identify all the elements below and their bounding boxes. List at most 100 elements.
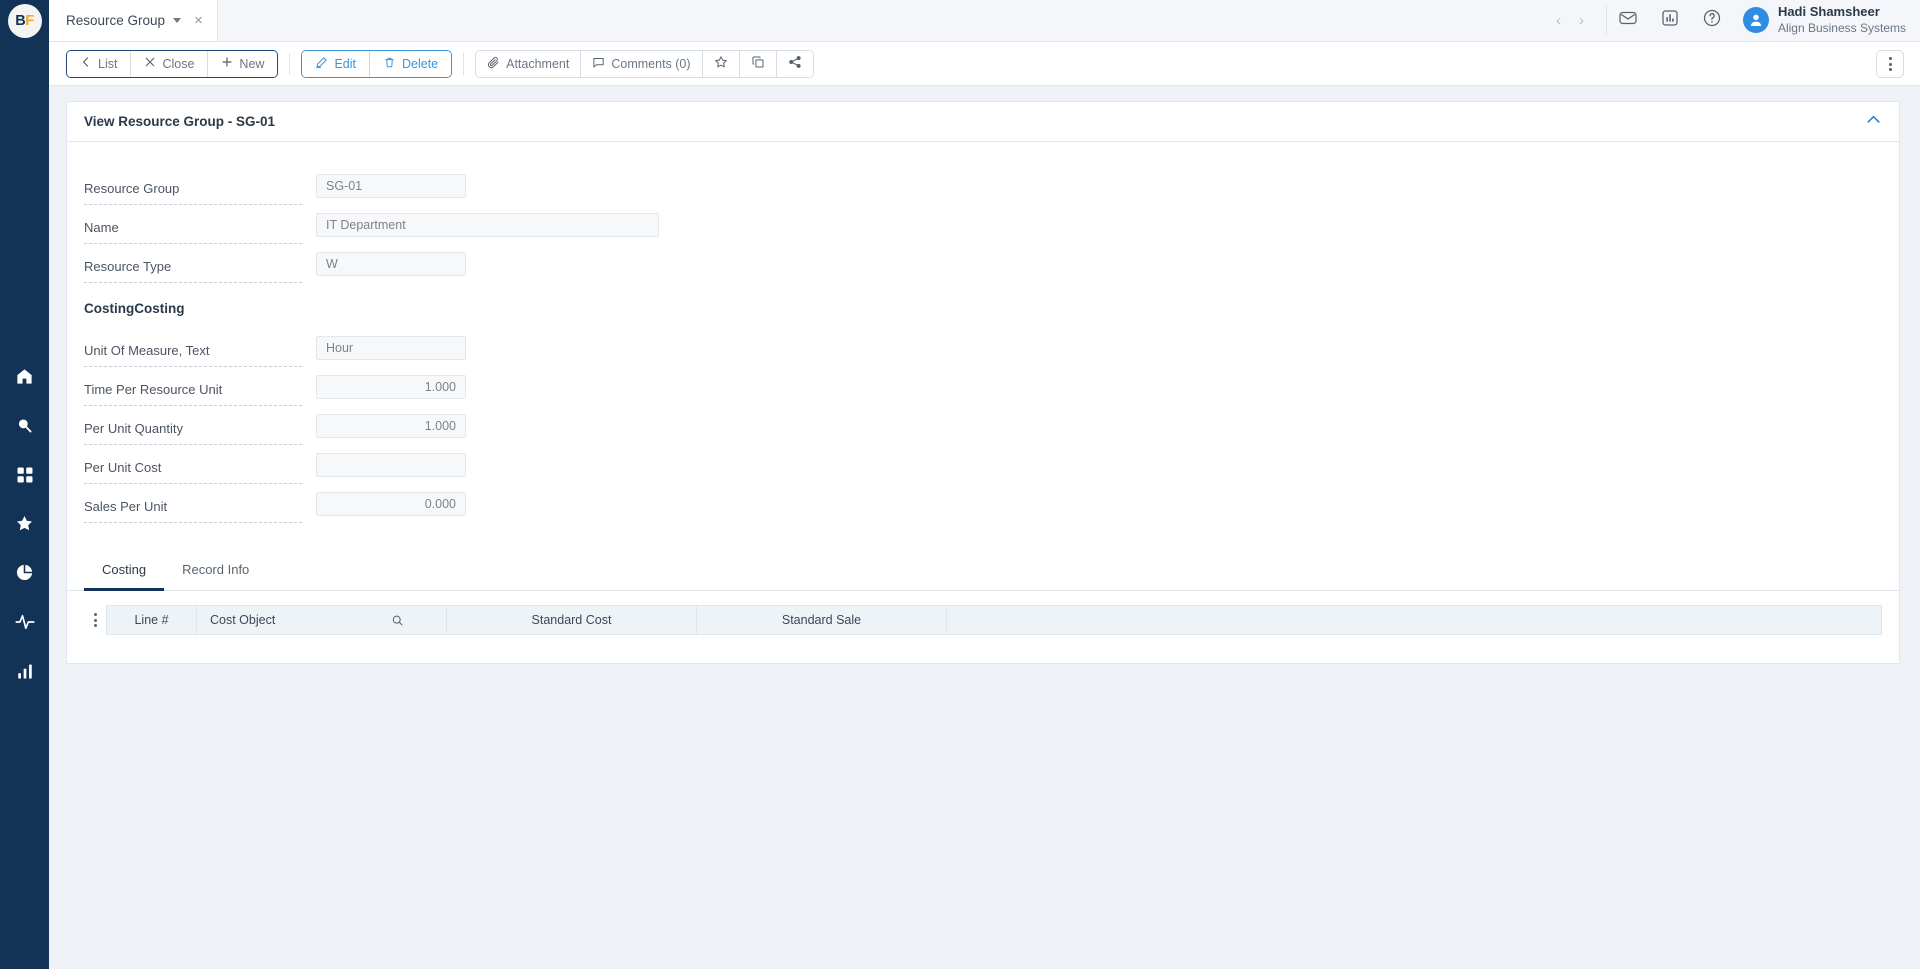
- column-header-line[interactable]: Line #: [107, 606, 197, 634]
- record-form: Resource Group SG-01 Name IT Department …: [67, 142, 1899, 539]
- chevron-left-icon: [80, 56, 92, 71]
- per-unit-quantity-field[interactable]: 1.000: [316, 413, 466, 438]
- sidebar-item-reports[interactable]: [0, 548, 49, 597]
- edit-button-label: Edit: [334, 56, 356, 71]
- favorite-button[interactable]: [702, 50, 740, 77]
- copy-icon: [751, 55, 765, 72]
- bar-chart-icon: [1660, 8, 1680, 33]
- field-row: Per Unit Quantity 1.000: [67, 406, 1899, 445]
- sidebar-item-apps[interactable]: [0, 450, 49, 499]
- reports-button[interactable]: [1649, 0, 1691, 41]
- edit-button[interactable]: Edit: [302, 50, 370, 77]
- search-icon[interactable]: [391, 614, 404, 627]
- resource-group-field[interactable]: SG-01: [316, 173, 466, 198]
- column-header-standard-sale[interactable]: Standard Sale: [697, 606, 947, 634]
- unit-of-measure-field[interactable]: Hour: [316, 335, 466, 360]
- field-label: Per Unit Quantity: [84, 420, 302, 445]
- record-card: View Resource Group - SG-01 Resource Gro…: [66, 101, 1900, 664]
- app-logo[interactable]: BF: [0, 0, 49, 42]
- field-label: Sales Per Unit: [84, 498, 302, 523]
- user-org: Align Business Systems: [1777, 20, 1906, 35]
- column-header-standard-cost[interactable]: Standard Cost: [447, 606, 697, 634]
- grid-wrapper: Line # Cost Object Standard Cost Standar…: [67, 591, 1899, 663]
- new-button-label: New: [239, 56, 265, 71]
- close-button[interactable]: Close: [131, 50, 209, 77]
- topbar-right: ‹ › Hadi Shamsheer Align Business System…: [1546, 0, 1920, 41]
- field-label: Time Per Resource Unit: [84, 381, 302, 406]
- logo-letter-f: F: [25, 13, 34, 29]
- sidebar-item-home[interactable]: [0, 352, 49, 401]
- sales-per-unit-field[interactable]: 0.000: [316, 491, 466, 516]
- attachment-button-label: Attachment: [506, 56, 570, 71]
- sidebar-item-favorites[interactable]: [0, 499, 49, 548]
- tab-resource-group[interactable]: Resource Group ×: [49, 0, 218, 41]
- star-icon: [714, 55, 728, 72]
- kebab-dot: [93, 613, 97, 616]
- mail-button[interactable]: [1607, 0, 1649, 41]
- field-label: Per Unit Cost: [84, 459, 302, 484]
- time-per-resource-unit-field[interactable]: 1.000: [316, 374, 466, 399]
- name-field[interactable]: IT Department: [316, 212, 659, 237]
- collapse-panel-button[interactable]: [1865, 111, 1882, 133]
- pie-chart-icon: [15, 563, 34, 582]
- top-tab-bar: Resource Group × ‹ › Hadi Shamsheer Alig…: [49, 0, 1920, 42]
- costing-grid: Line # Cost Object Standard Cost Standar…: [84, 605, 1882, 635]
- close-icon[interactable]: ×: [194, 13, 203, 28]
- pencil-icon: [315, 56, 328, 72]
- list-button-label: List: [98, 56, 118, 71]
- field-row: Resource Type W: [67, 244, 1899, 283]
- next-record-arrow[interactable]: ›: [1579, 13, 1584, 28]
- resource-type-field[interactable]: W: [316, 251, 466, 276]
- delete-button-label: Delete: [401, 56, 439, 71]
- field-label: Resource Type: [84, 258, 302, 283]
- per-unit-cost-field[interactable]: [316, 452, 466, 477]
- chevron-down-icon[interactable]: [173, 17, 182, 23]
- star-icon: [15, 514, 34, 533]
- section-title-costing: CostingCosting: [84, 301, 185, 316]
- navigation-button-group: List Close New: [66, 49, 279, 78]
- paperclip-icon: [487, 56, 500, 72]
- kebab-menu-button[interactable]: [1876, 50, 1904, 78]
- prev-record-arrow[interactable]: ‹: [1556, 13, 1561, 28]
- attachment-button[interactable]: Attachment: [476, 50, 582, 77]
- card-header: View Resource Group - SG-01: [67, 102, 1899, 142]
- toolbar-divider: [289, 52, 291, 75]
- tab-costing[interactable]: Costing: [84, 549, 165, 591]
- user-menu[interactable]: Hadi Shamsheer Align Business Systems: [1733, 4, 1906, 35]
- sidebar-item-analytics[interactable]: [0, 646, 49, 695]
- field-label: Unit Of Measure, Text: [84, 342, 302, 367]
- logo-letter-b: B: [15, 13, 26, 29]
- column-header-filler: [947, 606, 1881, 634]
- user-name: Hadi Shamsheer: [1777, 4, 1880, 20]
- field-row: Time Per Resource Unit 1.000: [67, 367, 1899, 406]
- delete-button[interactable]: Delete: [369, 50, 452, 77]
- sidebar-item-search[interactable]: [0, 401, 49, 450]
- tab-record-info[interactable]: Record Info: [164, 549, 267, 591]
- bar-chart-icon: [16, 662, 34, 680]
- left-sidebar: BF: [0, 0, 49, 969]
- list-button[interactable]: List: [67, 50, 132, 77]
- kebab-dot: [1888, 68, 1892, 71]
- kebab-dot: [1888, 57, 1892, 60]
- field-row: Resource Group SG-01: [67, 166, 1899, 205]
- sidebar-item-activity[interactable]: [0, 597, 49, 646]
- detail-tabs: Costing Record Info: [67, 549, 1899, 591]
- apps-grid-icon: [16, 466, 34, 484]
- share-icon: [788, 55, 802, 72]
- help-button[interactable]: [1691, 0, 1733, 41]
- avatar: [1742, 7, 1769, 33]
- utility-button-group: Attachment Comments (0): [475, 49, 814, 78]
- field-row: Sales Per Unit 0.000: [67, 484, 1899, 523]
- close-button-label: Close: [162, 56, 195, 71]
- column-header-cost-object[interactable]: Cost Object: [197, 606, 447, 634]
- share-button[interactable]: [776, 50, 813, 77]
- grid-header-row: Line # Cost Object Standard Cost Standar…: [106, 605, 1882, 635]
- action-toolbar: List Close New Edit Delete Attachment Co…: [49, 42, 1920, 86]
- main-area: Resource Group × ‹ › Hadi Shamsheer Alig…: [49, 0, 1920, 969]
- duplicate-button[interactable]: [739, 50, 777, 77]
- row-kebab-icon[interactable]: [84, 605, 106, 635]
- new-button[interactable]: New: [208, 50, 278, 77]
- comments-button[interactable]: Comments (0): [581, 50, 703, 77]
- home-icon: [15, 367, 34, 386]
- chevron-up-icon: [1865, 111, 1882, 133]
